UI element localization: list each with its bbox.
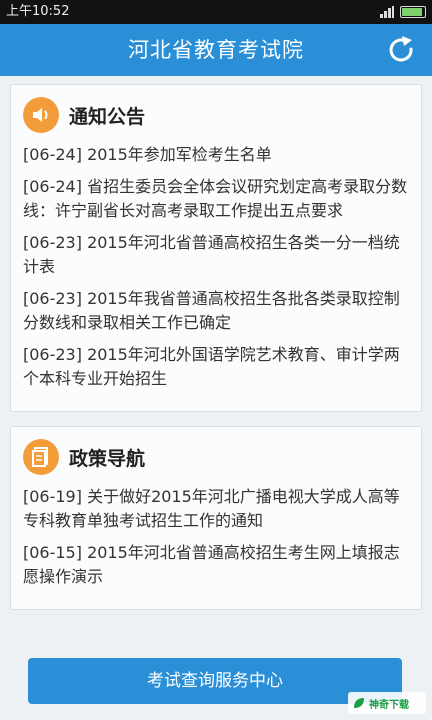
status-bar: 上午10:52 [0, 0, 432, 24]
policy-card: 政策导航 [06-19] 关于做好2015年河北广播电视大学成人高等专科教育单独… [10, 426, 422, 610]
list-item[interactable]: [06-24] 2015年参加军检考生名单 [23, 143, 409, 167]
notice-title: 通知公告 [69, 105, 146, 128]
policy-card-header: 政策导航 [23, 437, 409, 477]
document-icon [23, 439, 59, 475]
status-icons [380, 0, 426, 24]
battery-icon [400, 6, 426, 18]
list-item[interactable]: [06-15] 2015年河北省普通高校招生考生网上填报志愿操作演示 [23, 541, 409, 589]
page-title: 河北省教育考试院 [128, 38, 304, 62]
list-item[interactable]: [06-24] 省招生委员会全体会议研究划定高考录取分数线：许宁副省长对高考录取… [23, 175, 409, 223]
signal-icon [380, 6, 394, 18]
app-header: 河北省教育考试院 [0, 24, 432, 76]
refresh-icon[interactable] [386, 35, 416, 65]
notice-card: 通知公告 [06-24] 2015年参加军检考生名单 [06-24] 省招生委员… [10, 84, 422, 412]
leaf-icon [354, 698, 364, 708]
list-item[interactable]: [06-23] 2015年我省普通高校招生各批各类录取控制分数线和录取相关工作已… [23, 287, 409, 335]
watermark: 神奇下载 [348, 692, 426, 714]
watermark-text: 神奇下载 [369, 699, 409, 711]
policy-title: 政策导航 [69, 447, 146, 470]
speaker-icon [23, 97, 59, 133]
list-item[interactable]: [06-23] 2015年河北省普通高校招生各类一分一档统计表 [23, 231, 409, 279]
notice-card-header: 通知公告 [23, 95, 409, 135]
status-time: 上午10:52 [6, 4, 70, 19]
content-scroll[interactable]: 通知公告 [06-24] 2015年参加军检考生名单 [06-24] 省招生委员… [10, 84, 422, 644]
footer-bar: 考试查询服务中心 神奇下载 [0, 648, 432, 720]
list-item[interactable]: [06-23] 2015年河北外国语学院艺术教育、审计学两个本科专业开始招生 [23, 343, 409, 391]
query-service-button[interactable]: 考试查询服务中心 [28, 658, 402, 704]
list-item[interactable]: [06-19] 关于做好2015年河北广播电视大学成人高等专科教育单独考试招生工… [23, 485, 409, 533]
